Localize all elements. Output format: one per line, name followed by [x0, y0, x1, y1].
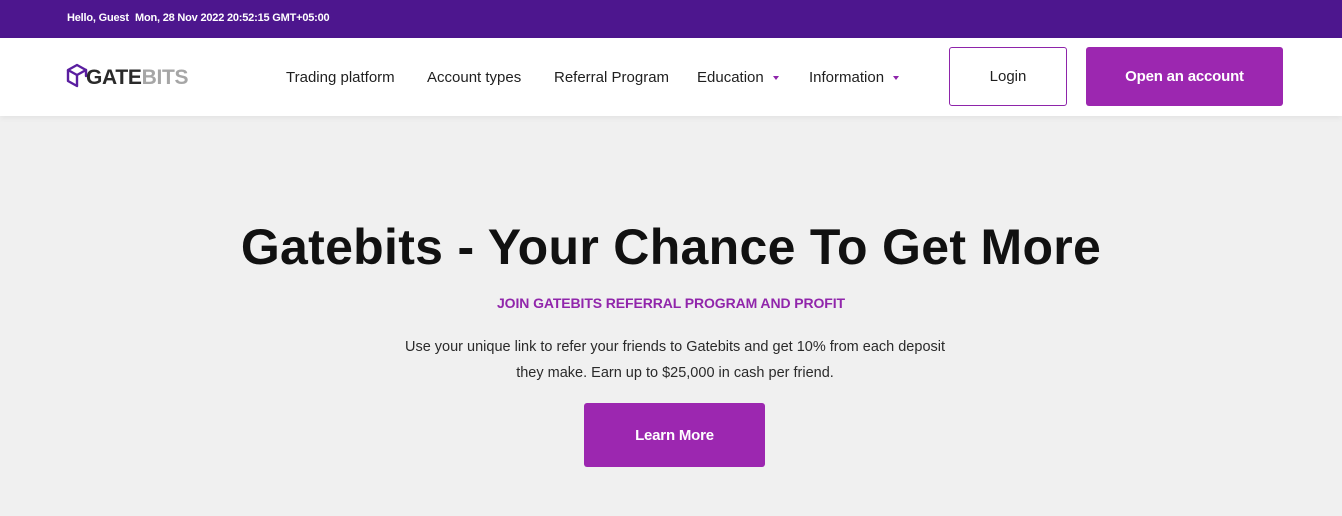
hero-description: Use your unique link to refer your frien…	[404, 339, 946, 381]
hero-subtitle: JOIN GATEBITS REFERRAL PROGRAM AND PROFI…	[497, 295, 845, 311]
nav-label: Trading platform	[286, 68, 395, 86]
nav-account-types[interactable]: Account types	[427, 67, 521, 87]
nav-education[interactable]: Education	[697, 67, 779, 87]
nav-trading-platform[interactable]: Trading platform	[286, 67, 395, 87]
chevron-down-icon	[772, 76, 779, 80]
top-info-bar: Hello, Guest Mon, 28 Nov 2022 20:52:15 G…	[0, 0, 1342, 38]
nav-referral-program[interactable]: Referral Program	[554, 67, 669, 87]
site-header: GATE BITS Trading platform Account types…	[0, 38, 1342, 116]
nav-information[interactable]: Information	[809, 67, 900, 87]
login-button[interactable]: Login	[949, 47, 1067, 106]
logo-word-gate: GATE	[86, 66, 142, 89]
learn-more-button[interactable]: Learn More	[584, 403, 765, 467]
hero-title: Gatebits - Your Chance To Get More	[240, 219, 1102, 275]
datetime-text: Mon, 28 Nov 2022 20:52:15 GMT+05:00	[135, 12, 330, 24]
cube-icon	[66, 63, 88, 93]
logo-word-bits: BITS	[141, 66, 189, 89]
open-account-button[interactable]: Open an account	[1086, 47, 1283, 106]
nav-label: Information	[809, 68, 885, 86]
chevron-down-icon	[893, 76, 900, 80]
nav-label: Account types	[427, 68, 522, 86]
gatebits-logo[interactable]: GATE BITS	[66, 62, 189, 94]
greeting-text: Hello, Guest	[67, 12, 129, 24]
nav-label: Referral Program	[554, 68, 670, 86]
nav-label: Education	[697, 68, 764, 86]
